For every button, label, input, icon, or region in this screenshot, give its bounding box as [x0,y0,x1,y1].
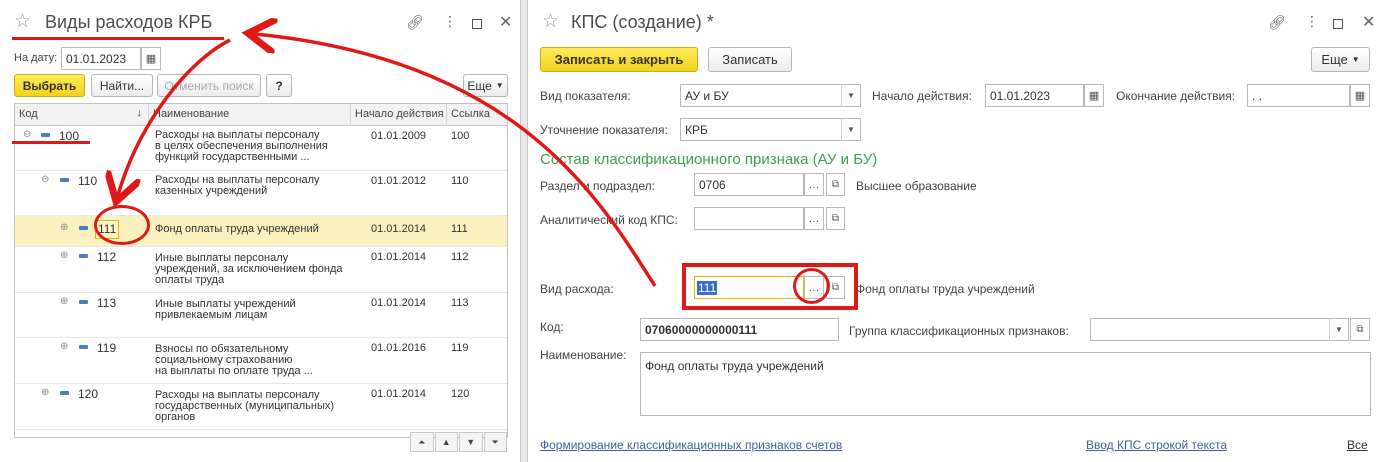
annotation-arrows [0,0,657,287]
